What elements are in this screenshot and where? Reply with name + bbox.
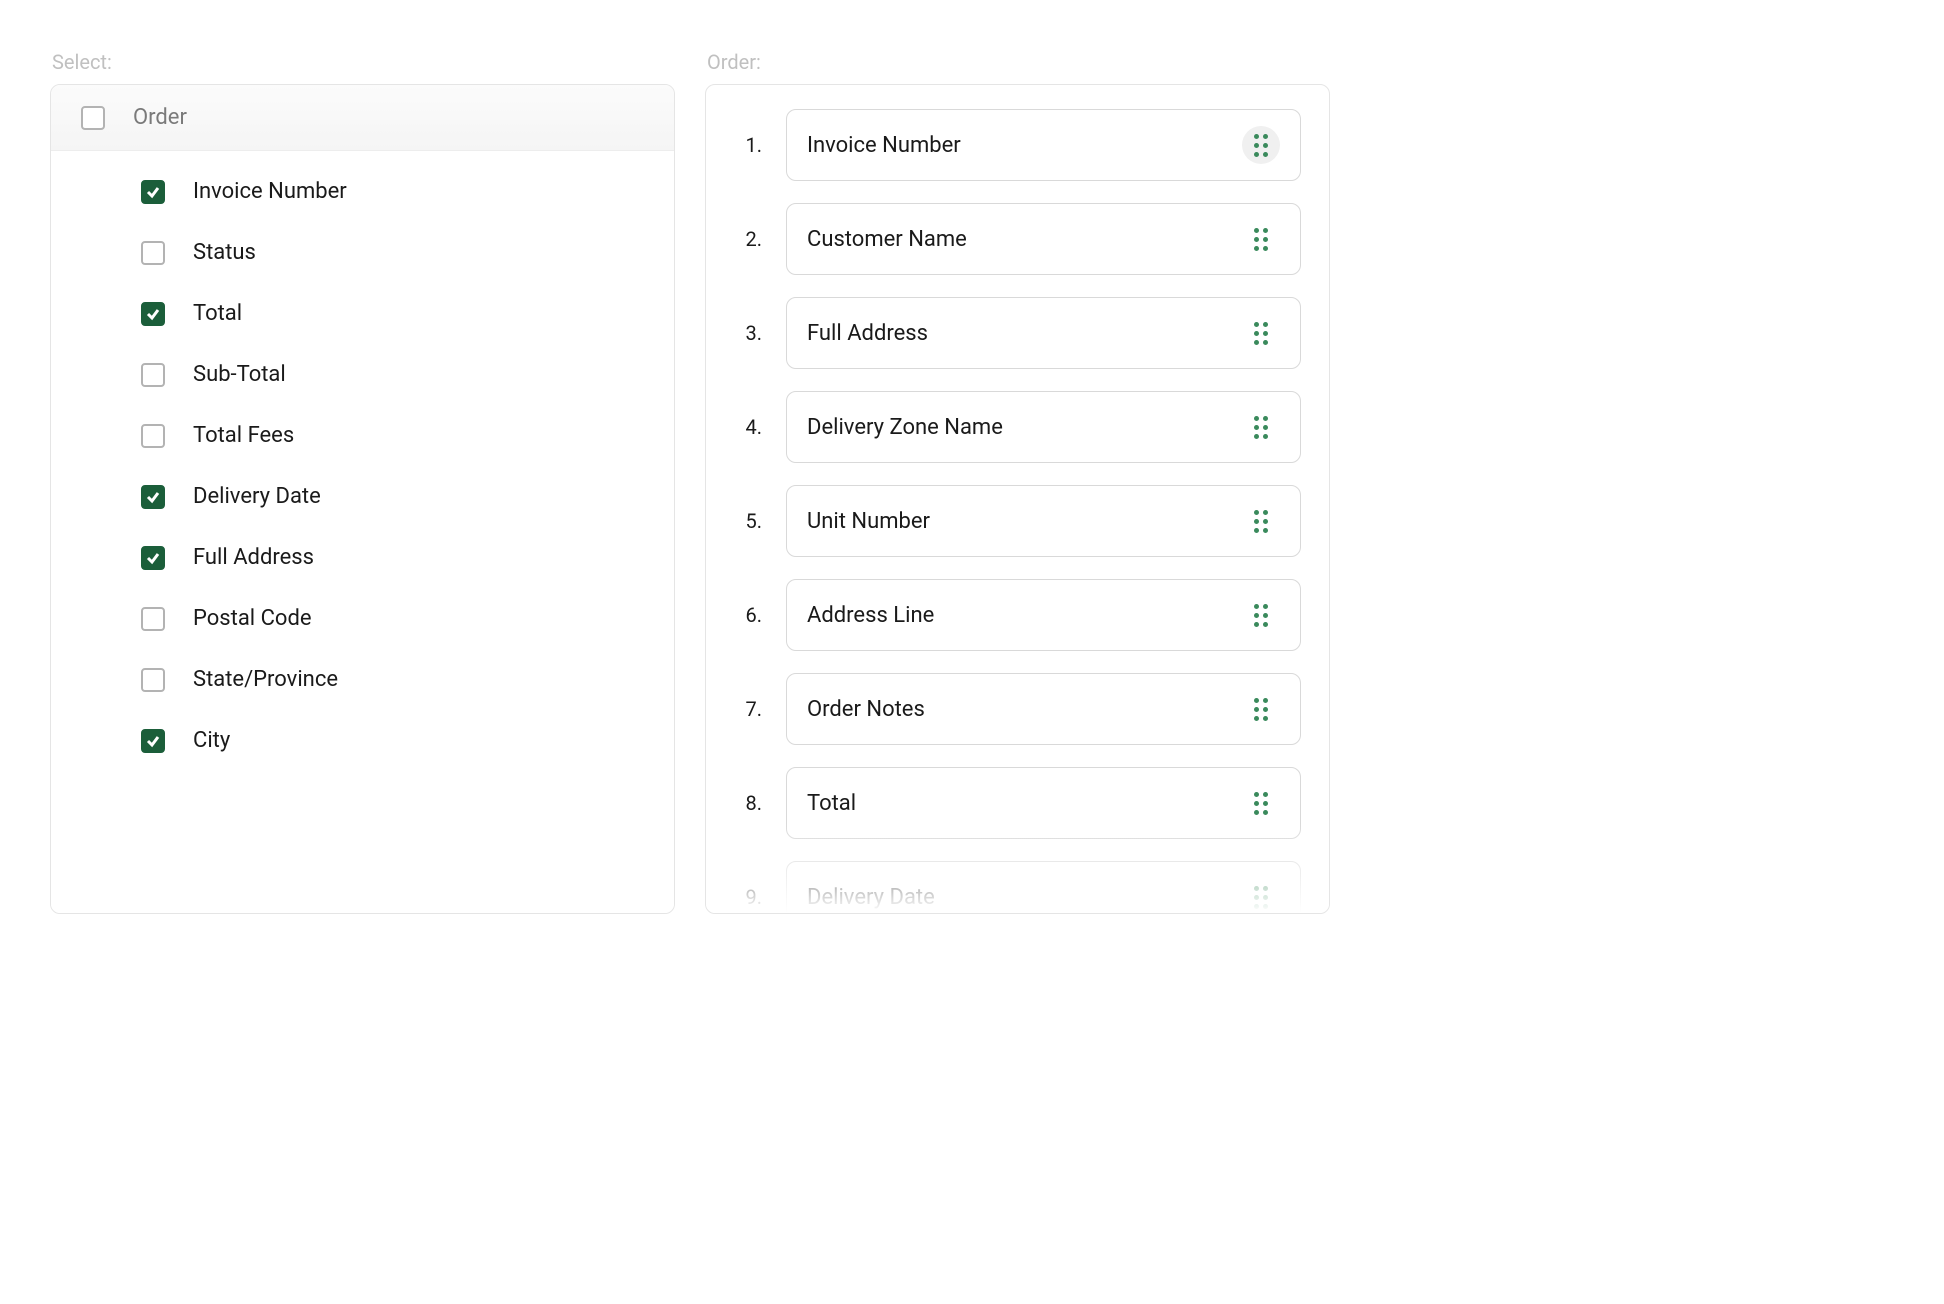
field-label: State/Province [193, 667, 338, 692]
field-label: Invoice Number [193, 179, 347, 204]
order-item-label: Invoice Number [807, 133, 961, 158]
field-label: Total Fees [193, 423, 294, 448]
drag-handle-icon[interactable] [1242, 220, 1280, 258]
order-row: 6. Address Line [734, 579, 1301, 651]
drag-handle-icon[interactable] [1242, 690, 1280, 728]
field-label: Postal Code [193, 606, 312, 631]
drag-handle-icon[interactable] [1242, 408, 1280, 446]
order-panel-wrap: Order: 1. Invoice Number 2. Customer Name 3.… [705, 50, 1330, 914]
order-number: 8. [734, 791, 762, 815]
order-row: 5. Unit Number [734, 485, 1301, 557]
select-panel-wrap: Select: Order Invoice Number Status Total S… [50, 50, 675, 914]
select-row: Total [51, 283, 674, 344]
field-label: Delivery Date [193, 484, 321, 509]
drag-handle-icon[interactable] [1242, 596, 1280, 634]
field-label: City [193, 728, 230, 753]
select-list: Invoice Number Status Total Sub-Total Total … [51, 151, 674, 781]
order-number: 5. [734, 509, 762, 533]
field-checkbox[interactable] [141, 363, 165, 387]
order-item[interactable]: Customer Name [786, 203, 1301, 275]
field-checkbox[interactable] [141, 241, 165, 265]
field-checkbox[interactable] [141, 668, 165, 692]
drag-handle-icon[interactable] [1242, 502, 1280, 540]
select-panel-title: Select: [50, 50, 675, 74]
select-row: Status [51, 222, 674, 283]
field-checkbox[interactable] [141, 424, 165, 448]
field-label: Status [193, 240, 256, 265]
drag-handle-icon[interactable] [1242, 878, 1280, 913]
select-panel: Order Invoice Number Status Total Sub-Total… [50, 84, 675, 914]
select-header-label: Order [133, 105, 187, 130]
order-row: 9. Delivery Date [734, 861, 1301, 913]
order-item[interactable]: Address Line [786, 579, 1301, 651]
order-item-label: Full Address [807, 321, 928, 346]
select-header-row: Order [51, 85, 674, 151]
order-list: 1. Invoice Number 2. Customer Name 3. Full Ad… [706, 85, 1329, 913]
order-panel-title: Order: [705, 50, 1330, 74]
field-checkbox[interactable] [141, 729, 165, 753]
order-number: 1. [734, 133, 762, 157]
drag-handle-icon[interactable] [1242, 126, 1280, 164]
order-row: 1. Invoice Number [734, 109, 1301, 181]
order-item[interactable]: Full Address [786, 297, 1301, 369]
select-panel-inner: Order Invoice Number Status Total Sub-Total… [51, 85, 674, 913]
order-item-label: Customer Name [807, 227, 967, 252]
order-row: 2. Customer Name [734, 203, 1301, 275]
order-item[interactable]: Order Notes [786, 673, 1301, 745]
select-row: Sub-Total [51, 344, 674, 405]
order-row: 8. Total [734, 767, 1301, 839]
field-checkbox[interactable] [141, 302, 165, 326]
select-row: Delivery Date [51, 466, 674, 527]
order-item[interactable]: Delivery Date [786, 861, 1301, 913]
order-item-label: Delivery Date [807, 885, 935, 910]
drag-handle-icon[interactable] [1242, 314, 1280, 352]
order-number: 7. [734, 697, 762, 721]
order-number: 2. [734, 227, 762, 251]
order-number: 6. [734, 603, 762, 627]
select-row: Invoice Number [51, 161, 674, 222]
field-checkbox[interactable] [141, 607, 165, 631]
order-panel: 1. Invoice Number 2. Customer Name 3. Full Ad… [705, 84, 1330, 914]
order-number: 9. [734, 885, 762, 909]
order-number: 4. [734, 415, 762, 439]
drag-handle-icon[interactable] [1242, 784, 1280, 822]
order-item-label: Order Notes [807, 697, 925, 722]
order-panel-inner: 1. Invoice Number 2. Customer Name 3. Full Ad… [706, 85, 1329, 913]
field-label: Full Address [193, 545, 314, 570]
order-item[interactable]: Unit Number [786, 485, 1301, 557]
select-row: Total Fees [51, 405, 674, 466]
order-item-label: Total [807, 791, 856, 816]
field-checkbox[interactable] [141, 546, 165, 570]
field-checkbox[interactable] [141, 485, 165, 509]
order-item[interactable]: Total [786, 767, 1301, 839]
order-item[interactable]: Delivery Zone Name [786, 391, 1301, 463]
select-row: City [51, 710, 674, 771]
order-row: 7. Order Notes [734, 673, 1301, 745]
order-row: 3. Full Address [734, 297, 1301, 369]
field-label: Total [193, 301, 242, 326]
select-row: Postal Code [51, 588, 674, 649]
order-item-label: Unit Number [807, 509, 930, 534]
field-config-container: Select: Order Invoice Number Status Total S… [50, 50, 1330, 914]
order-row: 4. Delivery Zone Name [734, 391, 1301, 463]
order-item[interactable]: Invoice Number [786, 109, 1301, 181]
order-number: 3. [734, 321, 762, 345]
order-item-label: Address Line [807, 603, 934, 628]
select-row: Full Address [51, 527, 674, 588]
order-item-label: Delivery Zone Name [807, 415, 1003, 440]
select-all-checkbox[interactable] [81, 106, 105, 130]
select-row: State/Province [51, 649, 674, 710]
field-label: Sub-Total [193, 362, 286, 387]
field-checkbox[interactable] [141, 180, 165, 204]
